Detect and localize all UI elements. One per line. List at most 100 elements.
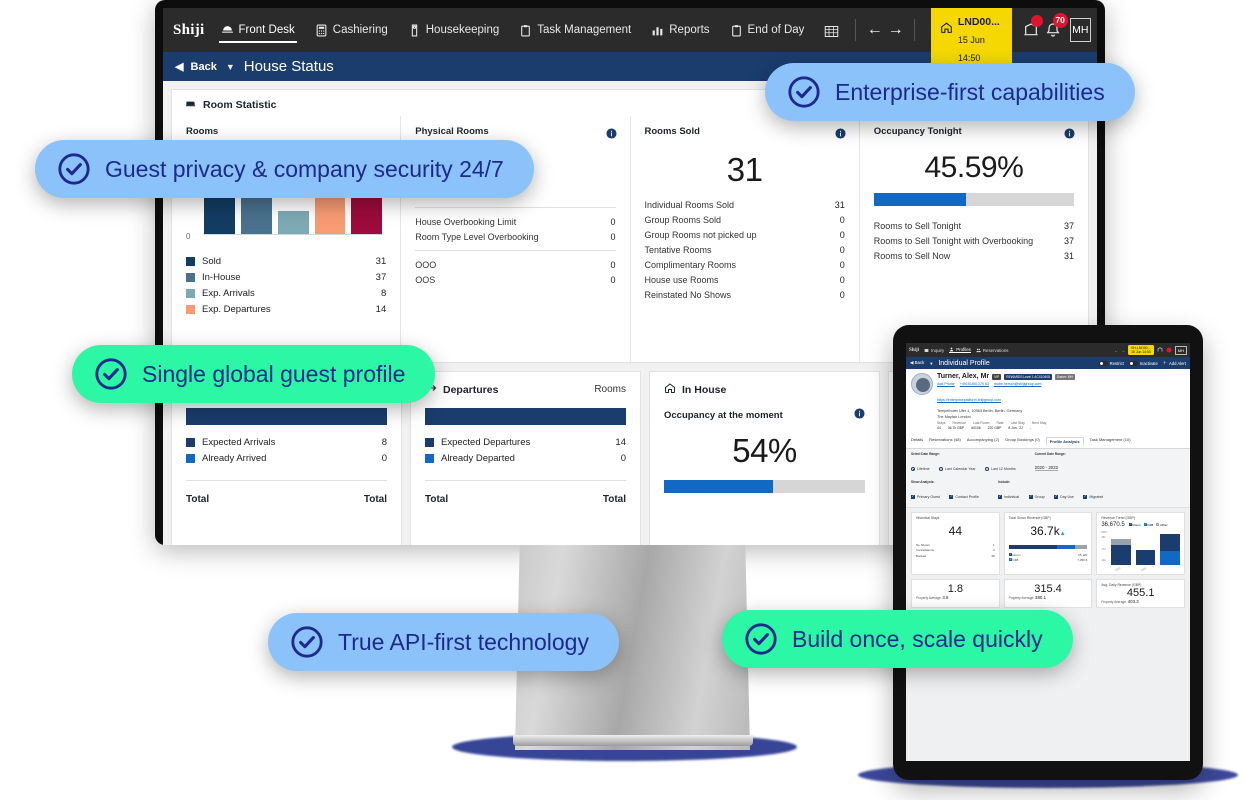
vip-badge: VIP [992,374,1001,380]
radio-last-12-months[interactable]: Last 12 Months [985,467,1016,471]
profile-hotel: The Mayfair London [937,415,1185,419]
select-date-range-label: Select Date Range: [911,452,1021,456]
y-axis-tick-bottom: 0 [186,232,190,241]
arrivals-bar [186,408,387,425]
occupancy-row: Rooms to Sell Tonight37 [874,218,1074,233]
checkbox-individual[interactable]: Individual [998,495,1019,499]
checkbox-migrated[interactable]: Migrated [1083,495,1103,499]
rooms-sold-rows: Individual Rooms Sold31 Group Rooms Sold… [645,197,845,302]
info-icon[interactable] [1064,126,1075,137]
bottom-card-1: 1.8 Property Average: 3.8 [911,579,1000,608]
property-datetime: 15 Jun 14:50 [958,35,985,63]
bottom-card-2: 315.4 Property Average: 380.1 [1004,579,1093,608]
notifications-button[interactable]: 70 [1042,16,1065,44]
occupancy-row: Rooms to Sell Tonight with Overbooking37 [874,233,1074,248]
legend-value: 8 [381,288,386,299]
tablet-bottom-cards: 1.8 Property Average: 3.8 315.4 Property… [906,579,1190,612]
website-link[interactable]: https://enterpriseplatform.shijigroup.co… [937,398,1001,402]
legend-swatch [186,257,195,266]
occupancy-row: Rooms to Sell Now31 [874,248,1074,263]
tablet-arrow-right-icon[interactable]: → [1121,348,1125,353]
revenue-trend-card: Revenue Trend (GBP) 36,670.5 Room F&B Ot… [1096,512,1185,575]
in-house-card: In House Occupancy at the moment 54% [649,371,880,545]
back-button[interactable]: ◀ Back [175,60,217,73]
check-circle-icon [94,357,128,391]
physical-rooms-title: Physical Rooms [415,126,615,137]
callout-pill-profile: Single global guest profile [72,345,435,403]
tablet-user-avatar[interactable]: MH [1175,346,1187,355]
tablet-arrow-left-icon[interactable]: ← [1114,348,1118,353]
legend-value: 8 [382,437,387,448]
nav-item-end-of-day[interactable]: End of Day [720,8,815,52]
nav-item-front-desk[interactable]: Front Desk [211,8,305,52]
bell-desk-icon [221,24,234,37]
bar-chart-icon [651,24,664,37]
profile-avatar[interactable] [911,373,933,395]
restrict-toggle[interactable]: Restrict [1099,361,1124,366]
info-icon[interactable] [835,126,846,137]
nav-label: Profiles [956,347,971,352]
row-label: Rooms to Sell Now [874,251,951,261]
nav-item-housekeeping[interactable]: Housekeeping [398,8,510,52]
radio-lifetime[interactable]: Lifetime [911,467,930,471]
info-icon[interactable] [854,406,865,424]
chevron-down-icon[interactable]: ▼ [226,62,235,72]
nav-item-cashiering[interactable]: Cashiering [305,8,398,52]
tab-reservations[interactable]: Reservations (48) [929,437,961,446]
phone-number[interactable]: +49151651375 63 [960,382,989,386]
legend-swatch [186,454,195,463]
tab-details[interactable]: Details [911,437,923,446]
row-value: 0 [840,275,845,285]
nav-item-reports[interactable]: Reports [641,8,719,52]
nav-item-task-management[interactable]: Task Management [509,8,641,52]
stat-header: Last Room [973,421,989,425]
legend-label: In-House [202,272,241,283]
checkbox-primary-guest[interactable]: Primary Guest [911,495,940,499]
email-address[interactable]: mube.hersch@shijigroup.com [994,382,1042,386]
add-phone-link[interactable]: Add Phone [937,382,955,386]
add-alert-button[interactable]: ＋Add Alert [1163,360,1186,366]
tab-accompanying[interactable]: Accompanying (2) [967,437,999,446]
row-value: 31 [835,200,845,210]
tablet-nav-inquiry[interactable]: Inquiry [924,348,944,353]
arrow-left-icon[interactable]: ← [864,17,885,43]
tab-group-bookings[interactable]: Group Bookings (0) [1005,437,1040,446]
user-avatar[interactable]: MH [1070,18,1091,42]
check-circle-icon [290,625,324,659]
alerts-button[interactable] [1020,16,1043,44]
row-value: 0 [610,260,615,270]
top-navigation-bar: Shiji Front Desk Cashiering [163,8,1097,52]
tablet-notifications-button[interactable] [1166,347,1172,354]
tablet-chevron-down-icon[interactable]: ▼ [929,361,933,366]
callout-pill-api: True API-first technology [268,613,619,671]
revenue-trend-value: 36,670.5 [1101,522,1124,528]
tablet-nav-reservations[interactable]: Reservations [976,348,1009,353]
pill-label: Build once, scale quickly [792,626,1043,653]
radio-last-calendar-year[interactable]: Last Calendar Year [939,467,976,471]
checkbox-group[interactable]: Group [1029,495,1045,499]
grid-rooms-icon-button[interactable] [814,8,847,52]
tablet-nav-profiles[interactable]: Profiles [949,347,971,353]
tablet-back-button[interactable]: ◀ Back [910,360,924,366]
property-selector[interactable]: SH-LND00... 15 Jun 14:50 [931,8,1012,69]
row-value: 0 [840,245,845,255]
info-icon[interactable] [606,126,617,137]
stat-header: Rate [996,421,1003,425]
occupancy-progress-bar [874,193,1074,206]
tab-task-management[interactable]: Task Management (10) [1090,437,1131,446]
checkbox-contact-profile[interactable]: Contact Profile [949,495,979,499]
total-label: Total [186,494,209,505]
checkbox-day-use[interactable]: Day Use [1054,495,1074,499]
tablet-alerts-button[interactable] [1157,347,1163,354]
in-house-subtitle: Occupancy at the moment [664,410,783,421]
tablet-property-selector[interactable]: SH-LND00... 15 Jun 14:50 [1128,345,1154,356]
trend-bar-1 [1111,539,1131,565]
tablet-top-navigation: Shiji Inquiry Profiles Reservations ← → [906,343,1190,357]
inactivate-toggle[interactable]: Inactivate [1129,361,1158,366]
notifications-badge: 70 [1053,13,1068,28]
stat-value: 36.7k GBP [948,426,964,430]
arrow-right-icon[interactable]: → [885,17,906,43]
tab-profile-analysis[interactable]: Profile Analysis [1046,437,1084,446]
legend-value: 0 [382,453,387,464]
card-title: Revenue Trend (GBP) [1101,516,1180,520]
